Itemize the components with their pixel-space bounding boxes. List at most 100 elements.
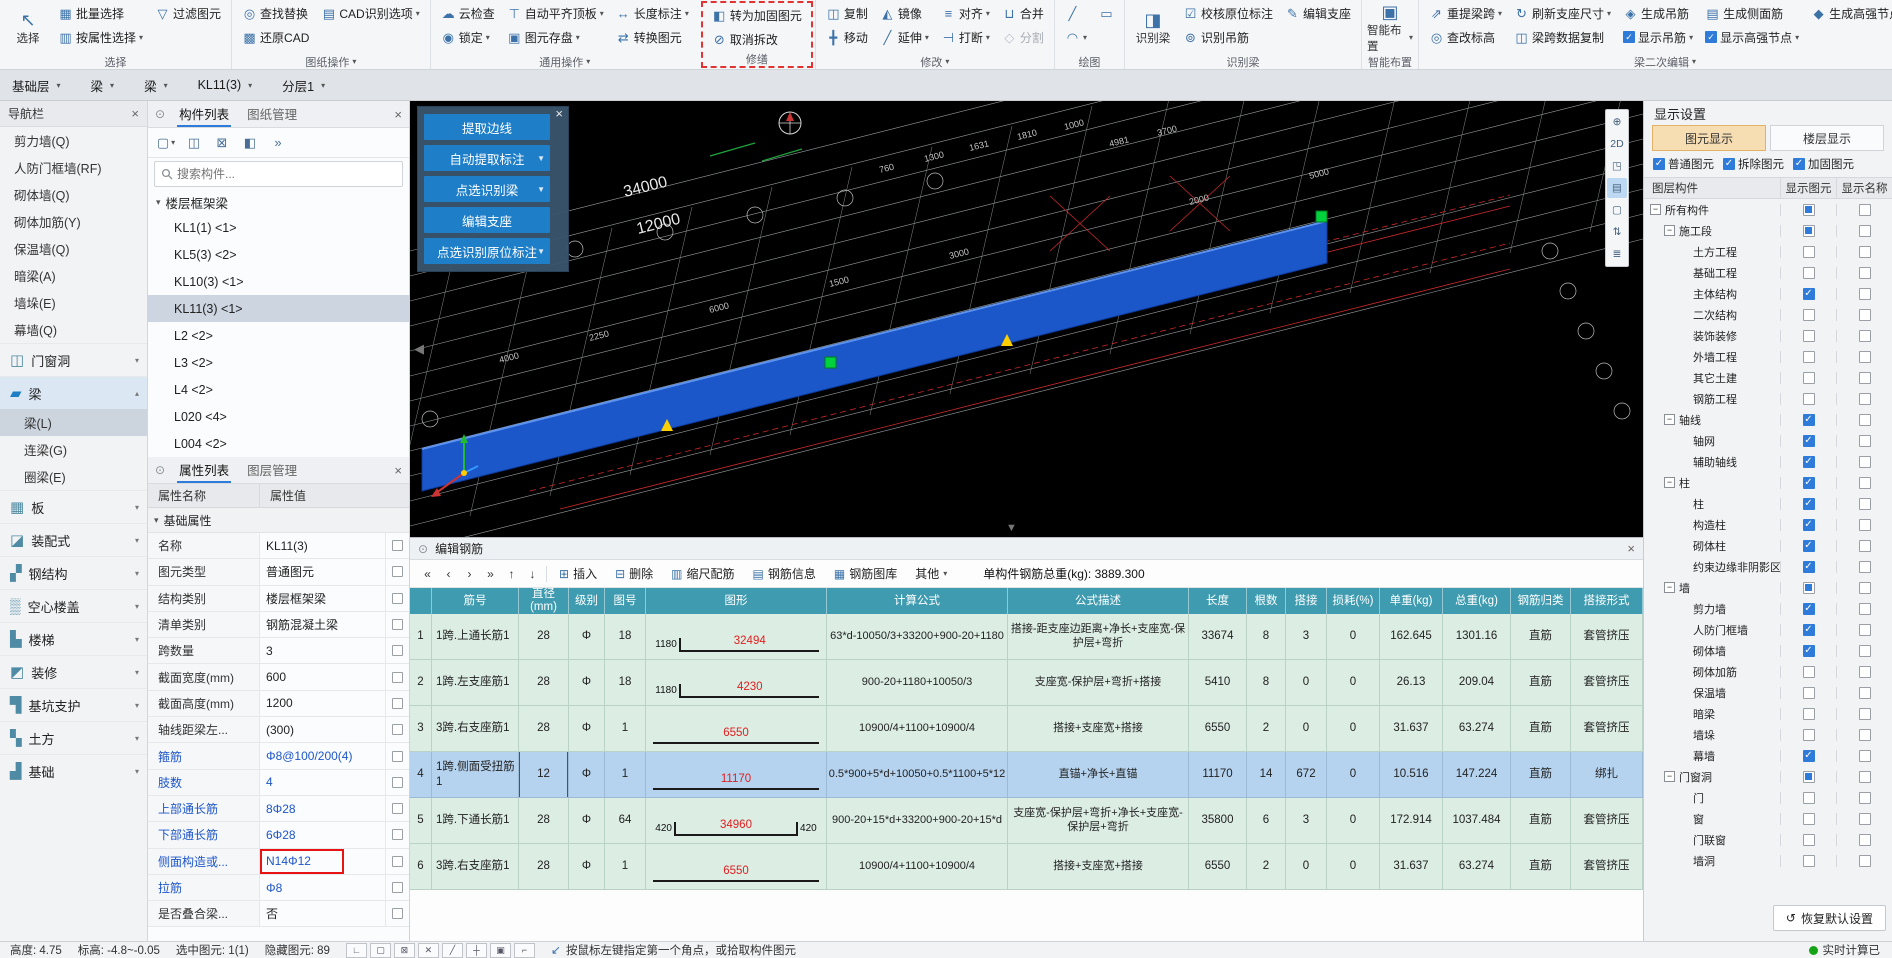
ribbon-button-repair-0-1[interactable]: ⊘ 取消拆改 bbox=[707, 28, 807, 50]
ribbon-button-modify-1-0[interactable]: ◭ 镜像 bbox=[875, 2, 934, 24]
rebar-row-5[interactable]: 5 1跨.下通长筋1 28 Φ 64 420 34960 420 900-20+15*d+332… bbox=[410, 798, 1643, 844]
show-element-checkbox[interactable] bbox=[1802, 287, 1815, 300]
show-element-checkbox[interactable] bbox=[1802, 812, 1815, 825]
view-tool-3[interactable]: ▤ bbox=[1607, 178, 1627, 198]
display-tree-row-21[interactable]: 砌体墙 bbox=[1644, 640, 1892, 661]
show-element-checkbox[interactable] bbox=[1802, 308, 1815, 321]
show-name-checkbox[interactable] bbox=[1858, 833, 1871, 846]
ribbon-button-modify-0-1[interactable]: ╋ 移动 bbox=[821, 26, 873, 48]
identify-button-3[interactable]: 编辑支座 bbox=[424, 207, 550, 233]
show-name-checkbox[interactable] bbox=[1858, 728, 1871, 741]
rebar-nav-1[interactable]: ‹ bbox=[439, 564, 458, 584]
property-value[interactable]: 否 bbox=[260, 901, 385, 926]
show-element-checkbox[interactable] bbox=[1802, 350, 1815, 363]
nav-section-6[interactable]: ▙ 楼梯 ▾ bbox=[0, 622, 147, 655]
display-tree-row-20[interactable]: 人防门框墙 bbox=[1644, 619, 1892, 640]
close-icon[interactable]: × bbox=[1627, 542, 1635, 555]
ribbon-button-modify-3-0[interactable]: ⊔ 合并 bbox=[997, 2, 1049, 24]
status-tool-5[interactable]: ┼ bbox=[465, 942, 487, 958]
show-name-checkbox[interactable] bbox=[1858, 497, 1871, 510]
attach-checkbox[interactable] bbox=[392, 882, 403, 893]
show-name-checkbox[interactable] bbox=[1858, 518, 1871, 531]
nav-item-5[interactable]: 暗梁(A) bbox=[0, 262, 147, 289]
ribbon-button-general-ops-2-0[interactable]: ↔ 长度标注 ▾ bbox=[611, 2, 694, 24]
delete-button[interactable]: ⊠ bbox=[210, 132, 234, 154]
display-tree-row-29[interactable]: 窗 bbox=[1644, 808, 1892, 829]
display-tree-row-5[interactable]: 二次结构 bbox=[1644, 304, 1892, 325]
ribbon-button-sheet-ops-0-0[interactable]: ◎ 查找替换 bbox=[237, 2, 314, 24]
view-tool-5[interactable]: ⇅ bbox=[1607, 222, 1627, 242]
beam-grip-end[interactable] bbox=[1315, 210, 1328, 223]
display-tree-row-4[interactable]: 主体结构 bbox=[1644, 283, 1892, 304]
collapse-expander-icon[interactable]: − bbox=[1664, 771, 1675, 782]
show-name-checkbox[interactable] bbox=[1858, 665, 1871, 678]
display-tree-row-14[interactable]: 柱 bbox=[1644, 493, 1892, 514]
property-value[interactable]: 钢筋混凝土梁 bbox=[260, 612, 385, 637]
ribbon-button-beam-secondary-edit-1-0[interactable]: ↻ 刷新支座尺寸 ▾ bbox=[1509, 2, 1616, 24]
show-element-checkbox[interactable] bbox=[1802, 560, 1815, 573]
show-name-checkbox[interactable] bbox=[1858, 686, 1871, 699]
copy-to-other-button[interactable]: ◧ bbox=[238, 132, 262, 154]
property-value[interactable]: 6Φ28 bbox=[260, 822, 385, 847]
ribbon-button-identify-beam-1-0[interactable]: ✎ 编辑支座 bbox=[1280, 2, 1356, 24]
ribbon-button-select-0-1[interactable]: ▥ 按属性选择 ▾ bbox=[53, 26, 148, 48]
show-element-checkbox[interactable] bbox=[1802, 392, 1815, 405]
nav-section-10[interactable]: ▟ 基础 ▾ bbox=[0, 754, 147, 787]
ribbon-button-modify-1-1[interactable]: ╱ 延伸 ▾ bbox=[875, 26, 934, 48]
component-group[interactable]: ▾ 楼层框架梁 bbox=[148, 190, 409, 214]
rebar-nav-2[interactable]: › bbox=[460, 564, 479, 584]
identify-button-4[interactable]: 点选识别原位标注 ▼ bbox=[424, 238, 550, 264]
show-element-checkbox[interactable] bbox=[1802, 203, 1815, 216]
show-name-checkbox[interactable] bbox=[1858, 203, 1871, 216]
status-tool-2[interactable]: ⊠ bbox=[393, 942, 415, 958]
component-item-2[interactable]: KL10(3) <1> bbox=[148, 268, 409, 295]
show-name-checkbox[interactable] bbox=[1858, 770, 1871, 783]
nav-section-2[interactable]: ▦ 板 ▾ bbox=[0, 490, 147, 523]
rebar-toolbar-button-0[interactable]: ⊞ 插入 bbox=[551, 563, 605, 585]
tab-component-list-1[interactable]: 图纸管理 bbox=[245, 101, 299, 127]
display-tree-row-8[interactable]: 其它土建 bbox=[1644, 367, 1892, 388]
close-icon[interactable]: × bbox=[394, 464, 402, 477]
ribbon-button-beam-secondary-edit-2-0[interactable]: ◈ 生成吊筋 bbox=[1618, 2, 1698, 24]
attach-checkbox[interactable] bbox=[392, 697, 403, 709]
nav-item-7[interactable]: 幕墙(Q) bbox=[0, 316, 147, 343]
show-element-checkbox[interactable] bbox=[1802, 686, 1815, 699]
display-tree-row-0[interactable]: − 所有构件 bbox=[1644, 199, 1892, 220]
attach-checkbox[interactable] bbox=[392, 566, 403, 578]
ribbon-button-modify-2-0[interactable]: ≡ 对齐 ▾ bbox=[936, 2, 995, 24]
show-element-checkbox[interactable] bbox=[1802, 581, 1815, 594]
topbar-dropdown-2[interactable]: 梁 ▾ bbox=[144, 76, 168, 95]
component-item-3[interactable]: KL11(3) <1> bbox=[148, 295, 409, 322]
display-tree-row-3[interactable]: 基础工程 bbox=[1644, 262, 1892, 283]
collapse-expander-icon[interactable]: − bbox=[1664, 414, 1675, 425]
show-element-checkbox[interactable] bbox=[1802, 728, 1815, 741]
attach-checkbox[interactable] bbox=[392, 724, 403, 736]
show-name-checkbox[interactable] bbox=[1858, 623, 1871, 636]
toggle-checkbox[interactable] bbox=[1623, 31, 1636, 43]
pin-icon[interactable]: ⊙ bbox=[155, 463, 165, 477]
show-element-checkbox[interactable] bbox=[1802, 455, 1815, 468]
rebar-toolbar-button-1[interactable]: ⊟ 删除 bbox=[607, 563, 661, 585]
show-element-checkbox[interactable] bbox=[1802, 854, 1815, 867]
toggle-checkbox[interactable] bbox=[1705, 31, 1718, 43]
topbar-dropdown-3[interactable]: KL11(3) ▾ bbox=[198, 78, 253, 92]
show-element-checkbox[interactable] bbox=[1802, 644, 1815, 657]
property-value[interactable]: 3 bbox=[260, 638, 385, 663]
cad-drawing-canvas[interactable]: ◀ ▼ 34000 12000 760 1300 1631 1810 1000 4981 3700 4… bbox=[410, 101, 1643, 537]
property-value[interactable]: 普通图元 bbox=[260, 559, 385, 584]
show-name-checkbox[interactable] bbox=[1858, 224, 1871, 237]
ribbon-big-button-select[interactable]: ↖ 选择 bbox=[5, 2, 51, 54]
ribbon-big-button-smart-layout[interactable]: ▣ 智能布置 ▾ bbox=[1367, 2, 1413, 54]
display-tree-row-1[interactable]: − 施工段 bbox=[1644, 220, 1892, 241]
pin-icon[interactable]: ⊙ bbox=[155, 107, 165, 121]
ribbon-button-general-ops-0-0[interactable]: ☁ 云检查 bbox=[436, 2, 500, 24]
show-name-checkbox[interactable] bbox=[1858, 602, 1871, 615]
nav-section-4[interactable]: ▞ 钢结构 ▾ bbox=[0, 556, 147, 589]
view-tool-4[interactable]: ▢ bbox=[1607, 200, 1627, 220]
ribbon-button-select-0-0[interactable]: ▦ 批量选择 bbox=[53, 2, 148, 24]
rebar-row-3[interactable]: 3 3跨.右支座筋1 28 Φ 1 6550 10900/4+1100+10900/4 搭接+… bbox=[410, 706, 1643, 752]
show-name-checkbox[interactable] bbox=[1858, 371, 1871, 384]
show-name-checkbox[interactable] bbox=[1858, 308, 1871, 321]
show-name-checkbox[interactable] bbox=[1858, 266, 1871, 279]
ribbon-button-modify-2-1[interactable]: ⊣ 打断 ▾ bbox=[936, 26, 995, 48]
